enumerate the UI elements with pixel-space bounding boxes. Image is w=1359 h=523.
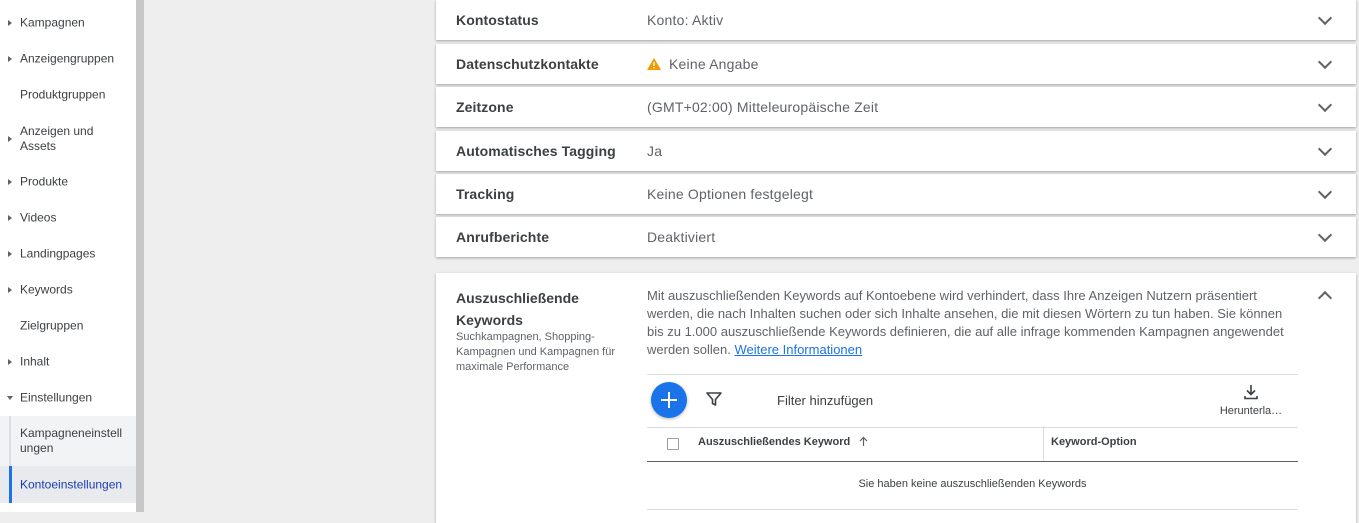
nav-indent-bar bbox=[9, 416, 11, 466]
panel-description: Mit auszuschließenden Keywords auf Konto… bbox=[647, 287, 1302, 359]
caret-right-icon bbox=[8, 56, 12, 62]
sidebar-item-anzeigen-assets[interactable]: Anzeigen und Assets bbox=[0, 122, 136, 156]
sidebar-item-label: Kampagneneinstellungen bbox=[20, 426, 123, 455]
column-divider bbox=[1043, 426, 1044, 461]
sidebar-item-produkte[interactable]: Produkte bbox=[0, 173, 136, 191]
setting-row-zeitzone[interactable]: Zeitzone (GMT+02:00) Mitteleuropäische Z… bbox=[436, 87, 1356, 127]
setting-row-tracking[interactable]: Tracking Keine Optionen festgelegt bbox=[436, 174, 1356, 214]
sidebar-item-label: Zielgruppen bbox=[20, 318, 84, 333]
setting-value: Keine Optionen festgelegt bbox=[647, 186, 814, 202]
sidebar-item-label: Anzeigengruppen bbox=[20, 51, 115, 66]
sidebar-item-label: Kampagnen bbox=[20, 15, 85, 30]
plus-icon-bar bbox=[668, 392, 670, 408]
setting-value: Ja bbox=[647, 143, 663, 159]
setting-row-anrufberichte[interactable]: Anrufberichte Deaktiviert bbox=[436, 217, 1356, 257]
chevron-up-icon[interactable] bbox=[1317, 290, 1333, 306]
sidebar-item-label: Kontoeinstellungen bbox=[20, 477, 123, 491]
caret-right-icon bbox=[8, 20, 12, 26]
add-keyword-button[interactable] bbox=[651, 382, 687, 418]
panel-subtitle: Suchkampagnen, Shopping-Kampagnen und Ka… bbox=[456, 331, 616, 373]
sidebar-item-videos[interactable]: Videos bbox=[0, 209, 136, 227]
sidebar-item-landingpages[interactable]: Landingpages bbox=[0, 245, 136, 263]
panel-title: Auszuschließende Keywords bbox=[456, 290, 579, 328]
setting-row-datenschutzkontakte[interactable]: Datenschutzkontakte Keine Angabe bbox=[436, 44, 1356, 84]
download-icon bbox=[1244, 385, 1258, 400]
sidebar-item-keywords[interactable]: Keywords bbox=[0, 281, 136, 299]
setting-value-wrapper: Keine Angabe bbox=[647, 56, 759, 72]
setting-value: Keine Angabe bbox=[669, 56, 759, 72]
sidebar-item-kampagnen[interactable]: Kampagnen bbox=[0, 14, 136, 32]
sidebar-item-label: Produkte bbox=[20, 174, 69, 189]
sidebar-item-produktgruppen[interactable]: Produktgruppen bbox=[0, 86, 136, 104]
filter-icon[interactable] bbox=[706, 391, 722, 407]
sidebar-item-inhalt[interactable]: Inhalt bbox=[0, 353, 136, 371]
chevron-down-icon[interactable] bbox=[1317, 141, 1333, 157]
table-header: Auszuschließendes Keyword Keyword-Option bbox=[647, 426, 1298, 462]
sidebar-item-kontoeinstellungen[interactable]: Kontoeinstellungen bbox=[0, 466, 136, 503]
sidebar-item-label: Anzeigen und Assets bbox=[20, 124, 94, 153]
warning-icon bbox=[647, 58, 661, 70]
empty-state-message: Sie haben keine auszuschließenden Keywor… bbox=[858, 478, 1087, 490]
sidebar-item-einstellungen[interactable]: Einstellungen bbox=[0, 389, 136, 407]
learn-more-link[interactable]: Weitere Informationen bbox=[734, 342, 862, 357]
caret-right-icon bbox=[8, 251, 12, 257]
column-header-keyword[interactable]: Auszuschließendes Keyword bbox=[698, 436, 868, 448]
setting-label: Automatisches Tagging bbox=[456, 143, 616, 159]
caret-right-icon bbox=[8, 287, 12, 293]
sidebar-item-zielgruppen[interactable]: Zielgruppen bbox=[0, 317, 136, 335]
download-label: Herunterla… bbox=[1219, 405, 1283, 417]
negative-keywords-panel: Auszuschließende Keywords Suchkampagnen,… bbox=[436, 273, 1356, 523]
sidebar-item-label: Videos bbox=[20, 210, 57, 225]
caret-right-icon bbox=[8, 136, 12, 142]
sidebar-item-label: Einstellungen bbox=[20, 390, 93, 405]
chevron-down-icon[interactable] bbox=[1317, 227, 1333, 243]
setting-row-automatisches-tagging[interactable]: Automatisches Tagging Ja bbox=[436, 131, 1356, 171]
setting-label: Anrufberichte bbox=[456, 229, 550, 245]
download-button[interactable]: Herunterla… bbox=[1216, 381, 1286, 421]
column-header-option[interactable]: Keyword-Option bbox=[1051, 436, 1137, 448]
active-indicator bbox=[9, 466, 12, 503]
sidebar-item-label: Produktgruppen bbox=[20, 87, 106, 102]
caret-right-icon bbox=[8, 359, 12, 365]
sidebar-nav: Kampagnen Anzeigengruppen Produktgruppen… bbox=[0, 0, 136, 512]
sidebar-scrollbar[interactable] bbox=[136, 0, 144, 512]
sidebar-item-label: Keywords bbox=[20, 282, 73, 297]
column-header-label: Auszuschließendes Keyword bbox=[698, 436, 851, 448]
setting-label: Datenschutzkontakte bbox=[456, 56, 599, 72]
sidebar-item-label: Landingpages bbox=[20, 246, 96, 261]
chevron-down-icon[interactable] bbox=[1317, 184, 1333, 200]
setting-value: Deaktiviert bbox=[647, 229, 716, 245]
add-filter-button[interactable]: Filter hinzufügen bbox=[777, 393, 873, 408]
caret-right-icon bbox=[8, 215, 12, 221]
setting-label: Tracking bbox=[456, 186, 515, 202]
caret-right-icon bbox=[8, 179, 12, 185]
caret-down-icon bbox=[7, 396, 13, 400]
setting-value: Konto: Aktiv bbox=[647, 12, 724, 28]
sidebar-item-kampagneneinstellungen[interactable]: Kampagneneinstellungen bbox=[0, 416, 136, 466]
setting-label: Zeitzone bbox=[456, 99, 514, 115]
sort-ascending-icon bbox=[859, 436, 868, 446]
setting-value: (GMT+02:00) Mitteleuropäische Zeit bbox=[647, 99, 879, 115]
chevron-down-icon[interactable] bbox=[1317, 97, 1333, 113]
sidebar-item-anzeigengruppen[interactable]: Anzeigengruppen bbox=[0, 50, 136, 68]
select-all-checkbox[interactable] bbox=[667, 438, 679, 450]
table-toolbar: Filter hinzufügen Herunterla… bbox=[647, 374, 1298, 428]
setting-row-kontostatus[interactable]: Kontostatus Konto: Aktiv bbox=[436, 0, 1356, 40]
setting-label: Kontostatus bbox=[456, 12, 539, 28]
sidebar-item-label: Inhalt bbox=[20, 354, 50, 369]
chevron-down-icon[interactable] bbox=[1317, 54, 1333, 70]
chevron-down-icon[interactable] bbox=[1317, 10, 1333, 26]
divider bbox=[647, 509, 1298, 510]
